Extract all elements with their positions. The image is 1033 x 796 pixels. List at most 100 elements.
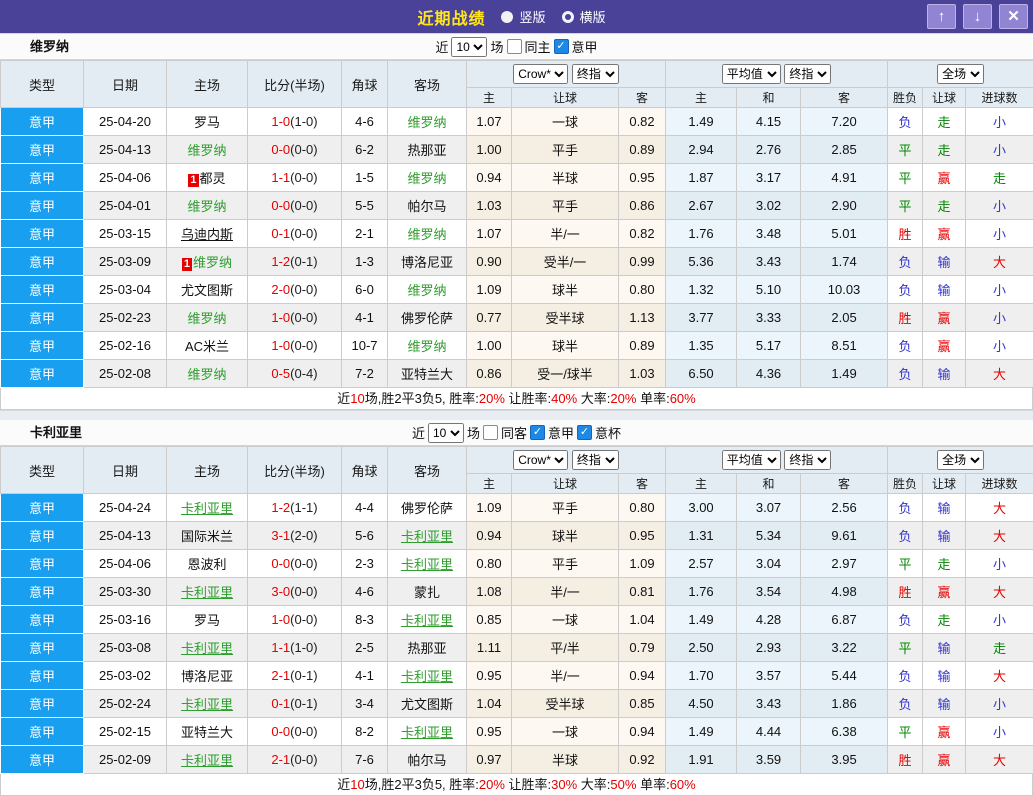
odds-company-select[interactable]: Crow* [513, 450, 568, 470]
cell-result-goals: 大 [966, 746, 1033, 774]
cell-handicap-odds-away: 0.82 [619, 108, 666, 136]
cell-avg-draw-odds: 3.02 [737, 192, 801, 220]
sub-column-header: 和 [737, 88, 801, 108]
match-row: 意甲25-04-20罗马1-0(1-0)4-6维罗纳1.07一球0.821.49… [1, 108, 1033, 136]
cell-handicap-line: 一球 [512, 606, 619, 634]
final-index-select-2[interactable]: 终指 [784, 450, 831, 470]
match-row: 意甲25-04-06恩波利0-0(0-0)2-3卡利亚里0.80平手1.092.… [1, 550, 1033, 578]
cell-handicap-odds-away: 0.82 [619, 220, 666, 248]
filter-checkbox-0[interactable] [483, 425, 498, 440]
odds-company-select[interactable]: Crow* [513, 64, 568, 84]
cell-handicap-odds-home: 1.11 [467, 634, 512, 662]
cell-league: 意甲 [1, 718, 84, 746]
fulltime-score: 3-1 [271, 528, 290, 543]
horizontal-layout-radio[interactable] [562, 11, 574, 23]
cell-handicap-odds-away: 1.04 [619, 606, 666, 634]
cell-avg-away-odds: 2.85 [801, 136, 888, 164]
cell-score: 2-1(0-0) [248, 746, 342, 774]
cell-avg-away-odds: 1.86 [801, 690, 888, 718]
halftime-score: (0-0) [290, 584, 317, 599]
cell-avg-home-odds: 1.76 [666, 578, 737, 606]
sub-column-header: 让球 [512, 88, 619, 108]
cell-avg-home-odds: 3.77 [666, 304, 737, 332]
filter-checkbox-2[interactable]: ✓ [577, 425, 592, 440]
cell-result-wdl: 平 [888, 192, 923, 220]
cell-result-handicap: 走 [923, 550, 966, 578]
cell-corners: 4-6 [342, 108, 388, 136]
fulltime-score: 1-1 [271, 640, 290, 655]
cell-away-team: 卡利亚里 [388, 550, 467, 578]
cell-home-team: 罗马 [167, 108, 248, 136]
team-text: 维罗纳 [187, 143, 226, 158]
sub-column-header: 进球数 [966, 88, 1033, 108]
final-index-select-2[interactable]: 终指 [784, 64, 831, 84]
final-index-select[interactable]: 终指 [572, 64, 619, 84]
cell-result-handicap: 输 [923, 360, 966, 388]
fulltime-score: 1-0 [271, 310, 290, 325]
vertical-layout-radio[interactable] [501, 11, 513, 23]
cell-date: 25-02-08 [84, 360, 167, 388]
cell-away-team: 佛罗伦萨 [388, 494, 467, 522]
cell-handicap-odds-away: 0.94 [619, 662, 666, 690]
team-text: 尤文图斯 [401, 697, 453, 712]
cell-result-handicap: 赢 [923, 718, 966, 746]
sub-column-header: 让球 [923, 474, 966, 494]
filter-controls: 近10场同客✓意甲✓意杯 [0, 420, 1033, 445]
fulltime-score: 0-0 [271, 142, 290, 157]
cell-result-wdl: 平 [888, 136, 923, 164]
cell-date: 25-03-04 [84, 276, 167, 304]
recent-count-select[interactable]: 10 [451, 37, 487, 57]
cell-handicap-line: 半/一 [512, 662, 619, 690]
halftime-score: (0-0) [290, 170, 317, 185]
cell-home-team: 国际米兰 [167, 522, 248, 550]
average-odds-select[interactable]: 平均值 [722, 64, 781, 84]
cell-handicap-line: 平手 [512, 136, 619, 164]
cell-result-goals: 小 [966, 276, 1033, 304]
average-odds-select[interactable]: 平均值 [722, 450, 781, 470]
average-odds-group-header: 平均值 终指 [666, 447, 888, 474]
recent-count-select[interactable]: 10 [428, 423, 464, 443]
fulltime-score: 0-0 [271, 556, 290, 571]
team-text: 亚特兰大 [401, 367, 453, 382]
filter-checkbox-label: 同主 [525, 37, 551, 56]
cell-corners: 5-6 [342, 522, 388, 550]
fulltime-score: 0-1 [271, 696, 290, 711]
match-row: 意甲25-04-01维罗纳0-0(0-0)5-5帕尔马1.03平手0.862.6… [1, 192, 1033, 220]
filter-checkbox-0[interactable] [507, 39, 522, 54]
cell-corners: 10-7 [342, 332, 388, 360]
cell-avg-home-odds: 2.50 [666, 634, 737, 662]
cell-avg-home-odds: 1.49 [666, 718, 737, 746]
cell-avg-away-odds: 8.51 [801, 332, 888, 360]
match-row: 意甲25-04-13维罗纳0-0(0-0)6-2热那亚1.00平手0.892.9… [1, 136, 1033, 164]
filter-checkbox-1[interactable]: ✓ [530, 425, 545, 440]
cell-handicap-odds-away: 1.13 [619, 304, 666, 332]
cell-avg-home-odds: 3.00 [666, 494, 737, 522]
matches-label: 场 [467, 423, 480, 442]
move-down-button[interactable]: ↓ [963, 4, 992, 29]
team-text: 维罗纳 [407, 115, 446, 130]
cell-score: 0-1(0-1) [248, 690, 342, 718]
cell-home-team: 卡利亚里 [167, 690, 248, 718]
fulltime-select[interactable]: 全场 [937, 450, 984, 470]
halftime-score: (1-0) [290, 114, 317, 129]
cell-score: 0-1(0-0) [248, 220, 342, 248]
matches-label: 场 [490, 37, 503, 56]
close-button[interactable]: ✕ [999, 4, 1028, 29]
cell-score: 2-1(0-1) [248, 662, 342, 690]
cell-score: 0-0(0-0) [248, 136, 342, 164]
fulltime-select[interactable]: 全场 [937, 64, 984, 84]
cell-score: 1-2(1-1) [248, 494, 342, 522]
cell-handicap-odds-home: 1.07 [467, 220, 512, 248]
team-text: 维罗纳 [187, 367, 226, 382]
filter-checkbox-1[interactable]: ✓ [554, 39, 569, 54]
fulltime-score: 2-1 [271, 752, 290, 767]
cell-score: 3-1(2-0) [248, 522, 342, 550]
cell-handicap-odds-away: 0.81 [619, 578, 666, 606]
cell-home-team: 卡利亚里 [167, 746, 248, 774]
summary-segment: 让胜率: [505, 777, 551, 792]
final-index-select[interactable]: 终指 [572, 450, 619, 470]
move-up-button[interactable]: ↑ [927, 4, 956, 29]
cell-home-team: 乌迪内斯 [167, 220, 248, 248]
cell-league: 意甲 [1, 192, 84, 220]
cell-league: 意甲 [1, 634, 84, 662]
